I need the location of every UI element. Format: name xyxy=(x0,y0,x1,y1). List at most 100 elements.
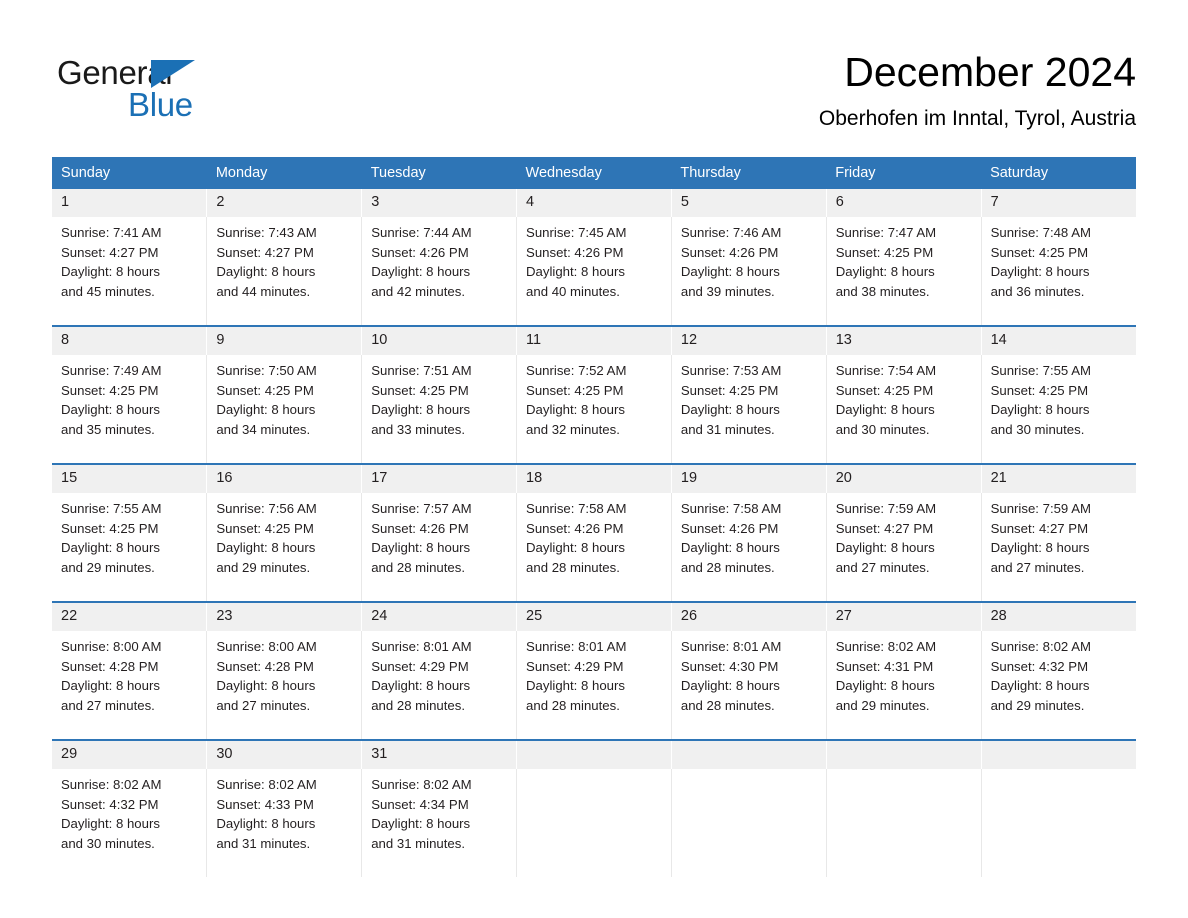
day-number[interactable]: 17 xyxy=(361,465,518,493)
day-number[interactable]: 10 xyxy=(361,327,518,355)
calendar-table: Sunday Monday Tuesday Wednesday Thursday… xyxy=(52,157,1136,877)
day-number[interactable]: 21 xyxy=(981,465,1136,493)
day-number[interactable]: 14 xyxy=(981,327,1136,355)
day-cell[interactable]: Sunrise: 8:00 AM Sunset: 4:28 PM Dayligh… xyxy=(206,631,363,739)
calendar-header-row: Sunday Monday Tuesday Wednesday Thursday… xyxy=(52,157,1136,189)
daylight-text: Daylight: 8 hours xyxy=(371,678,471,694)
day-number[interactable]: 5 xyxy=(671,189,827,217)
page-title: December 2024 xyxy=(844,49,1136,95)
day-cell[interactable]: Sunrise: 7:55 AM Sunset: 4:25 PM Dayligh… xyxy=(52,493,208,601)
sunrise-text: Sunrise: 8:00 AM xyxy=(61,639,162,654)
day-cell[interactable]: Sunrise: 8:02 AM Sunset: 4:31 PM Dayligh… xyxy=(826,631,982,739)
day-cell[interactable]: Sunrise: 7:48 AM Sunset: 4:25 PM Dayligh… xyxy=(981,217,1136,325)
daylight-text-cont: and 31 minutes. xyxy=(371,835,466,851)
day-cell[interactable]: Sunrise: 7:58 AM Sunset: 4:26 PM Dayligh… xyxy=(516,493,672,601)
daylight-text: Daylight: 8 hours xyxy=(61,540,160,556)
day-cell[interactable]: Sunrise: 7:49 AM Sunset: 4:25 PM Dayligh… xyxy=(52,355,208,463)
sunrise-text: Sunrise: 7:57 AM xyxy=(371,501,472,516)
day-number[interactable]: 18 xyxy=(516,465,672,493)
day-number[interactable]: 27 xyxy=(826,603,982,631)
day-cell[interactable]: Sunrise: 7:55 AM Sunset: 4:25 PM Dayligh… xyxy=(981,355,1136,463)
day-cell[interactable]: Sunrise: 7:44 AM Sunset: 4:26 PM Dayligh… xyxy=(361,217,518,325)
daylight-text-cont: and 36 minutes. xyxy=(990,283,1085,299)
day-cell[interactable]: Sunrise: 7:59 AM Sunset: 4:27 PM Dayligh… xyxy=(981,493,1136,601)
day-number[interactable]: 31 xyxy=(361,741,518,769)
day-cell[interactable]: Sunrise: 7:54 AM Sunset: 4:25 PM Dayligh… xyxy=(826,355,982,463)
sunset-text: Sunset: 4:26 PM xyxy=(680,244,779,260)
sunset-text: Sunset: 4:32 PM xyxy=(61,796,159,812)
day-cell[interactable]: Sunrise: 7:41 AM Sunset: 4:27 PM Dayligh… xyxy=(52,217,208,325)
day-number[interactable]: 20 xyxy=(826,465,982,493)
sunset-text: Sunset: 4:27 PM xyxy=(61,244,159,260)
sunrise-text: Sunrise: 7:48 AM xyxy=(990,225,1091,240)
day-cell[interactable]: Sunrise: 7:57 AM Sunset: 4:26 PM Dayligh… xyxy=(361,493,518,601)
day-number[interactable]: 6 xyxy=(826,189,982,217)
day-cell[interactable]: Sunrise: 7:43 AM Sunset: 4:27 PM Dayligh… xyxy=(206,217,363,325)
day-cell[interactable]: Sunrise: 8:01 AM Sunset: 4:29 PM Dayligh… xyxy=(361,631,518,739)
daylight-text-cont: and 33 minutes. xyxy=(371,421,466,437)
day-cell-empty xyxy=(826,769,982,877)
day-cell[interactable]: Sunrise: 7:47 AM Sunset: 4:25 PM Dayligh… xyxy=(826,217,982,325)
day-number[interactable]: 16 xyxy=(206,465,363,493)
day-cell[interactable]: Sunrise: 8:02 AM Sunset: 4:34 PM Dayligh… xyxy=(361,769,518,877)
day-number[interactable]: 13 xyxy=(826,327,982,355)
daylight-text-cont: and 28 minutes. xyxy=(680,559,775,575)
day-number[interactable]: 30 xyxy=(206,741,363,769)
week-daynumber-row: 22 23 24 25 26 27 28 xyxy=(52,603,1136,631)
sunset-text: Sunset: 4:26 PM xyxy=(680,520,779,536)
daylight-text-cont: and 42 minutes. xyxy=(371,283,466,299)
day-cell[interactable]: Sunrise: 7:45 AM Sunset: 4:26 PM Dayligh… xyxy=(516,217,672,325)
daylight-text-cont: and 29 minutes. xyxy=(990,697,1085,713)
day-number[interactable]: 12 xyxy=(671,327,827,355)
sunset-text: Sunset: 4:25 PM xyxy=(990,382,1089,398)
day-number[interactable]: 25 xyxy=(516,603,672,631)
day-cell[interactable]: Sunrise: 7:58 AM Sunset: 4:26 PM Dayligh… xyxy=(671,493,827,601)
day-cell-empty xyxy=(516,769,672,877)
day-cell[interactable]: Sunrise: 7:52 AM Sunset: 4:25 PM Dayligh… xyxy=(516,355,672,463)
day-number[interactable]: 8 xyxy=(52,327,208,355)
sunrise-text: Sunrise: 7:55 AM xyxy=(61,501,162,516)
day-number[interactable]: 28 xyxy=(981,603,1136,631)
week-details-row: Sunrise: 8:02 AM Sunset: 4:32 PM Dayligh… xyxy=(52,769,1136,877)
week-details-row: Sunrise: 7:55 AM Sunset: 4:25 PM Dayligh… xyxy=(52,493,1136,601)
day-cell[interactable]: Sunrise: 8:02 AM Sunset: 4:32 PM Dayligh… xyxy=(52,769,208,877)
sunset-text: Sunset: 4:31 PM xyxy=(835,658,934,674)
day-number[interactable]: 22 xyxy=(52,603,208,631)
sunset-text: Sunset: 4:34 PM xyxy=(371,796,469,812)
sunset-text: Sunset: 4:26 PM xyxy=(371,520,469,536)
day-number[interactable]: 3 xyxy=(361,189,518,217)
daylight-text-cont: and 30 minutes. xyxy=(990,421,1085,437)
day-cell[interactable]: Sunrise: 7:56 AM Sunset: 4:25 PM Dayligh… xyxy=(206,493,363,601)
week-daynumber-row: 15 16 17 18 19 20 21 xyxy=(52,465,1136,493)
day-cell[interactable]: Sunrise: 7:46 AM Sunset: 4:26 PM Dayligh… xyxy=(671,217,827,325)
day-number[interactable]: 4 xyxy=(516,189,672,217)
day-number[interactable]: 9 xyxy=(206,327,363,355)
day-cell[interactable]: Sunrise: 8:00 AM Sunset: 4:28 PM Dayligh… xyxy=(52,631,208,739)
day-number[interactable]: 26 xyxy=(671,603,827,631)
day-number[interactable]: 11 xyxy=(516,327,672,355)
day-cell[interactable]: Sunrise: 7:53 AM Sunset: 4:25 PM Dayligh… xyxy=(671,355,827,463)
daylight-text: Daylight: 8 hours xyxy=(371,816,471,832)
day-cell[interactable]: Sunrise: 7:50 AM Sunset: 4:25 PM Dayligh… xyxy=(206,355,363,463)
sunrise-text: Sunrise: 7:58 AM xyxy=(680,501,782,516)
day-number[interactable]: 24 xyxy=(361,603,518,631)
day-number[interactable]: 2 xyxy=(206,189,363,217)
day-number[interactable]: 1 xyxy=(52,189,208,217)
weekday-header-saturday: Saturday xyxy=(981,157,1136,189)
daylight-text-cont: and 29 minutes. xyxy=(835,697,930,713)
day-cell[interactable]: Sunrise: 8:02 AM Sunset: 4:33 PM Dayligh… xyxy=(206,769,363,877)
day-cell[interactable]: Sunrise: 8:01 AM Sunset: 4:29 PM Dayligh… xyxy=(516,631,672,739)
generalblue-logo[interactable]: General Blue xyxy=(57,55,257,130)
day-number[interactable]: 19 xyxy=(671,465,827,493)
sunset-text: Sunset: 4:33 PM xyxy=(216,796,314,812)
day-cell[interactable]: Sunrise: 8:01 AM Sunset: 4:30 PM Dayligh… xyxy=(671,631,827,739)
day-number[interactable]: 7 xyxy=(981,189,1136,217)
day-cell[interactable]: Sunrise: 7:59 AM Sunset: 4:27 PM Dayligh… xyxy=(826,493,982,601)
day-number[interactable]: 29 xyxy=(52,741,208,769)
sunset-text: Sunset: 4:25 PM xyxy=(680,382,779,398)
day-number[interactable]: 23 xyxy=(206,603,363,631)
daylight-text: Daylight: 8 hours xyxy=(990,402,1090,418)
day-cell[interactable]: Sunrise: 7:51 AM Sunset: 4:25 PM Dayligh… xyxy=(361,355,518,463)
day-number[interactable]: 15 xyxy=(52,465,208,493)
day-cell[interactable]: Sunrise: 8:02 AM Sunset: 4:32 PM Dayligh… xyxy=(981,631,1136,739)
